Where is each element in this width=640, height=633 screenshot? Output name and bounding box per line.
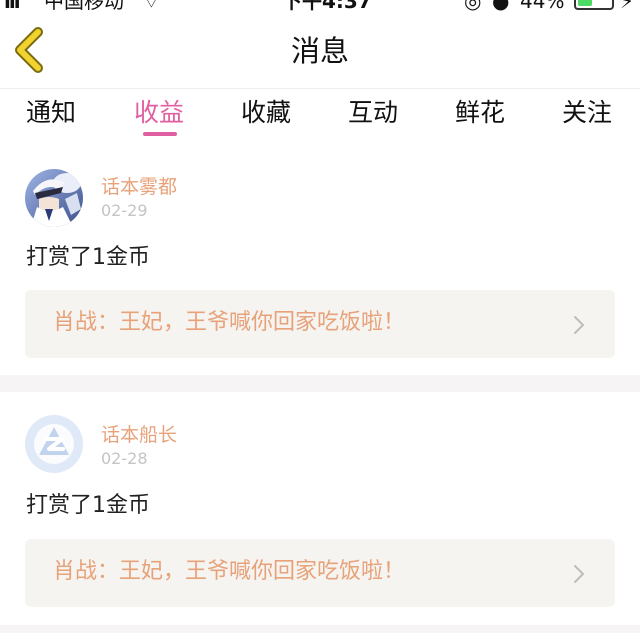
message-text: 打赏了1金币: [26, 245, 150, 270]
book-link[interactable]: 肖战：王妃，王爷喊你回家吃饭啦！: [25, 539, 615, 607]
messages-screen: ııl 中国移动 ⌔ 下午4:37 ◎ ● 44% ⚡ 消息 通知 收益 收藏 …: [0, 0, 640, 633]
tab-favorites[interactable]: 收藏: [241, 95, 291, 131]
book-link[interactable]: 肖战：王妃，王爷喊你回家吃饭啦！: [25, 290, 615, 358]
message-card: 话本船长 02-28 打赏了1金币 肖战：王妃，王爷喊你回家吃饭啦！: [0, 392, 640, 625]
message-card: 话本雾都 02-29 打赏了1金币 肖战：王妃，王爷喊你回家吃饭啦！: [0, 145, 640, 375]
tab-interactions[interactable]: 互动: [348, 95, 398, 131]
anime-avatar-icon: [25, 169, 83, 227]
battery-fill: [578, 0, 592, 6]
username[interactable]: 话本雾都: [101, 175, 177, 199]
tab-bar: 通知 收益 收藏 互动 鲜花 关注: [0, 88, 640, 145]
page-title: 消息: [290, 34, 349, 68]
avatar[interactable]: [25, 415, 83, 473]
wifi-icon: ⌔: [142, 0, 161, 13]
tab-flowers[interactable]: 鲜花: [455, 95, 505, 131]
message-date: 02-28: [101, 449, 148, 468]
message-date: 02-29: [101, 201, 148, 220]
active-tab-indicator: [143, 132, 177, 136]
chevron-right-icon: [574, 565, 584, 583]
tab-following[interactable]: 关注: [562, 95, 612, 131]
battery-percent: 44%: [520, 0, 565, 13]
card-separator: [0, 375, 640, 392]
message-text: 打赏了1金币: [26, 493, 150, 518]
carrier-label: 中国移动: [44, 0, 124, 13]
alarm-icon: ●: [492, 0, 510, 13]
charging-icon: ⚡: [620, 0, 635, 13]
status-bar: ııl 中国移动 ⌔ 下午4:37 ◎ ● 44% ⚡: [0, 0, 640, 14]
book-title: 肖战：王妃，王爷喊你回家吃饭啦！: [53, 310, 406, 335]
avatar[interactable]: [25, 169, 83, 227]
rotation-lock-icon: ◎: [464, 0, 482, 13]
status-time: 下午4:37: [282, 0, 372, 13]
nav-bar: 消息: [0, 14, 640, 88]
card-separator: [0, 625, 640, 633]
chevron-right-icon: [574, 316, 584, 334]
tab-earnings[interactable]: 收益: [134, 95, 184, 131]
tab-notifications[interactable]: 通知: [26, 95, 76, 131]
default-avatar-icon: [25, 415, 83, 473]
signal-icon: ııl: [4, 0, 21, 13]
battery-icon: [574, 0, 614, 10]
book-title: 肖战：王妃，王爷喊你回家吃饭啦！: [53, 559, 406, 584]
username[interactable]: 话本船长: [101, 423, 177, 447]
